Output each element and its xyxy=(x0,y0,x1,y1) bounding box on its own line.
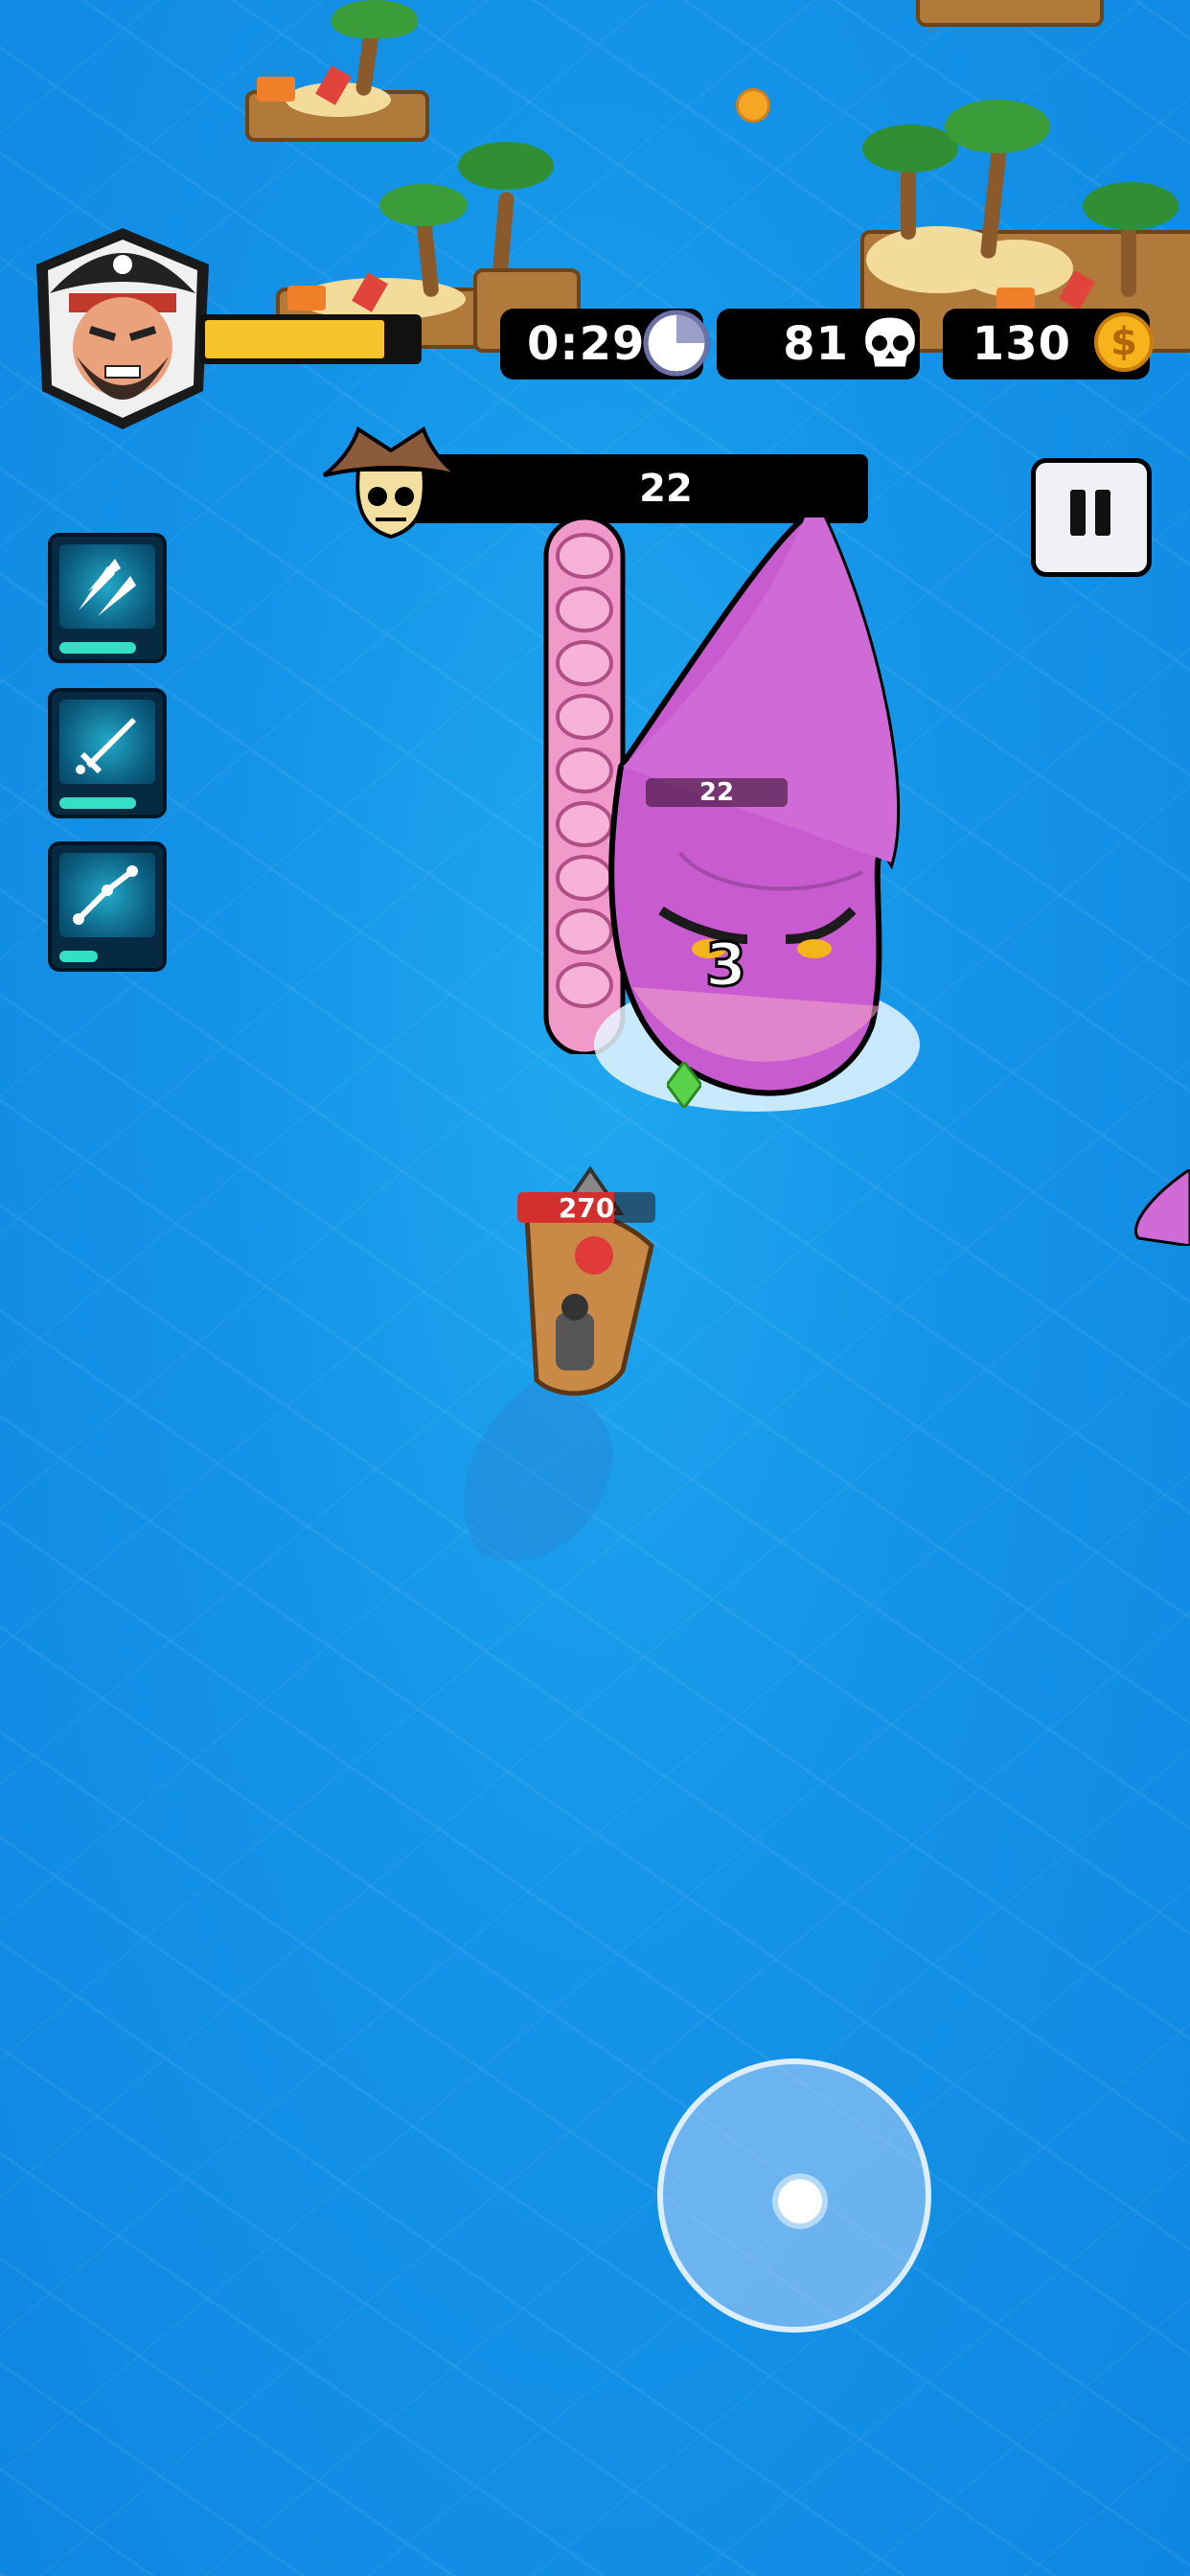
floating-coin xyxy=(736,88,770,123)
pirate-skull-hat-icon xyxy=(322,426,460,540)
virtual-joystick[interactable] xyxy=(657,2058,931,2333)
pause-button[interactable] xyxy=(1031,458,1152,577)
skill-cooldown-bar xyxy=(59,642,136,654)
kills-count: 81 xyxy=(783,317,849,371)
skill-slot-rockets xyxy=(48,533,167,663)
skill-slot-sword xyxy=(48,688,167,818)
damage-popup: 3 xyxy=(703,929,747,1001)
clock-icon xyxy=(643,310,710,377)
sword-icon xyxy=(59,700,155,784)
timer-panel: 0:29 xyxy=(500,309,710,380)
boss-overhead-health-text: 22 xyxy=(698,778,735,807)
chain-icon xyxy=(59,853,155,937)
coins-panel: 130 $ xyxy=(943,309,1154,380)
rockets-icon xyxy=(59,544,155,629)
kills-panel: 81 xyxy=(717,309,920,380)
skull-icon xyxy=(862,314,918,370)
skill-cooldown-bar xyxy=(59,797,136,809)
boss-overhead-health-bar: 22 xyxy=(646,778,788,807)
xp-gem xyxy=(667,1062,701,1108)
player-health-bar xyxy=(199,314,422,364)
player-health-fill xyxy=(205,320,384,358)
skill-slot-chain xyxy=(48,841,167,972)
timer-text: 0:29 xyxy=(527,317,646,371)
pause-icon xyxy=(1070,490,1086,536)
player-boat-health-text: 270 xyxy=(558,1191,615,1224)
coins-count: 130 xyxy=(972,317,1071,371)
boss-health-text: 22 xyxy=(639,467,693,511)
coin-icon: $ xyxy=(1094,312,1154,372)
skill-cooldown-bar xyxy=(59,951,98,962)
kraken-tentacle-edge xyxy=(1133,1169,1190,1246)
joystick-knob[interactable] xyxy=(778,2179,822,2223)
player-boat-health-bar: 270 xyxy=(517,1191,655,1224)
giant-squid-boss xyxy=(594,515,920,1112)
pirate-captain-avatar xyxy=(36,228,209,429)
